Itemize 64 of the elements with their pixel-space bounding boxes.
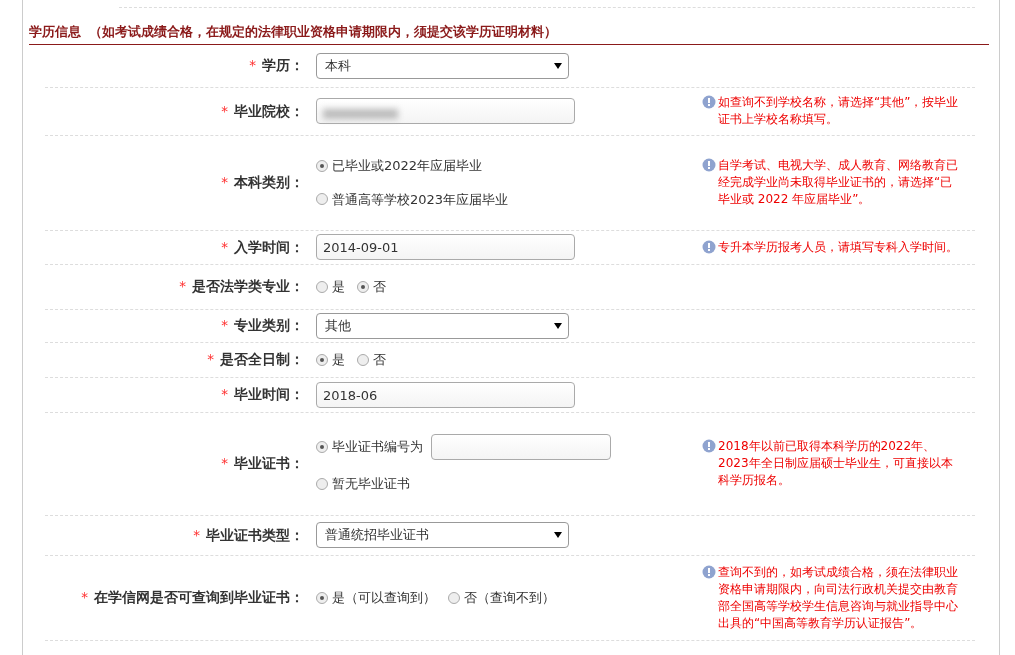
dropdown-select[interactable]: 普通统招毕业证书 [316,522,569,548]
radio-button[interactable] [357,280,369,293]
field-label: 入学时间： [234,238,304,255]
required-asterisk: * [193,526,200,543]
field-label: 毕业证书： [234,455,304,472]
section-title: 学历信息 [29,24,81,39]
radio-button[interactable] [316,159,328,172]
info-icon [702,439,716,453]
radio-label[interactable]: 是 [332,276,345,297]
radio-label[interactable]: 已毕业或2022年应届毕业 [332,156,483,176]
radio-button[interactable] [316,193,328,206]
radio-label[interactable]: 毕业证书编号为 [332,437,423,457]
required-asterisk: * [221,317,228,334]
hint-text: 自学考试、电视大学、成人教育、网络教育已经完成学业尚未取得毕业证书的，请选择“已毕业或 2022 年应届毕业”。 [718,157,959,208]
radio-label[interactable]: 暂无毕业证书 [332,473,410,494]
radio-label[interactable]: 普通高等学校2023年应届毕业 [332,189,509,209]
required-asterisk: * [221,238,228,255]
info-icon [702,239,716,254]
field-label: 专业类别： [234,317,304,334]
caret-icon [554,322,562,329]
radio-label[interactable]: 否 [373,349,386,370]
radio-button[interactable] [316,440,328,453]
radio-button[interactable] [357,353,369,366]
text-field[interactable]: 2018-06 [316,381,575,408]
required-asterisk: * [221,386,228,403]
required-asterisk: * [221,102,228,119]
hint-text: 2018年以前已取得本科学历的2022年、2023年全日制应届硕士毕业生，可直接以本科学历报名。 [718,438,954,489]
hint-text: 专升本学历报考人员，请填写专科入学时间。 [718,238,958,256]
caret-icon [554,532,562,538]
field-label: 学历： [262,57,304,74]
field-label: 毕业证书类型： [206,526,304,543]
dropdown-select[interactable]: 其他 [316,312,569,339]
radio-label[interactable]: 是 [332,349,345,370]
radio-button[interactable] [316,477,328,490]
required-asterisk: * [81,589,88,606]
certificate-number-field[interactable] [431,433,611,460]
required-asterisk: * [179,278,186,295]
section-note: （如考试成绩合格，在规定的法律职业资格申请期限内，须提交该学历证明材料） [89,24,557,39]
info-icon [702,564,716,579]
dropdown-select[interactable]: 本科 [316,52,569,79]
radio-label[interactable]: 否 [373,276,386,297]
radio-button[interactable] [448,591,460,604]
radio-button[interactable] [316,353,328,366]
info-icon [702,95,716,109]
field-label: 毕业时间： [234,386,304,403]
required-asterisk: * [249,57,256,74]
text-field[interactable]: 2014-09-01 [316,234,575,260]
required-asterisk: * [221,455,228,472]
field-label: 是否法学类专业： [192,278,304,295]
radio-label[interactable]: 是（可以查询到） [332,587,436,608]
required-asterisk: * [221,174,228,191]
required-asterisk: * [207,351,214,368]
text-field[interactable] [316,98,575,124]
info-icon [702,158,716,172]
field-label: 毕业院校： [234,102,304,119]
radio-button[interactable] [316,280,328,293]
caret-icon [554,62,562,69]
field-label: 在学信网是否可查询到毕业证书： [94,589,304,606]
hint-text: 查询不到的，如考试成绩合格，须在法律职业资格申请期限内，向司法行政机关提交由教育部全国高等学校学生信息咨询与就业指导中心出具的“中国高等教育学历认证报告”。 [718,563,959,632]
radio-button[interactable] [316,591,328,604]
field-label: 本科类别： [234,174,304,191]
hint-text: 如查询不到学校名称，请选择“其他”，按毕业证书上学校名称填写。 [718,94,960,128]
radio-label[interactable]: 否（查询不到） [464,587,555,608]
field-label: 是否全日制： [220,351,304,368]
